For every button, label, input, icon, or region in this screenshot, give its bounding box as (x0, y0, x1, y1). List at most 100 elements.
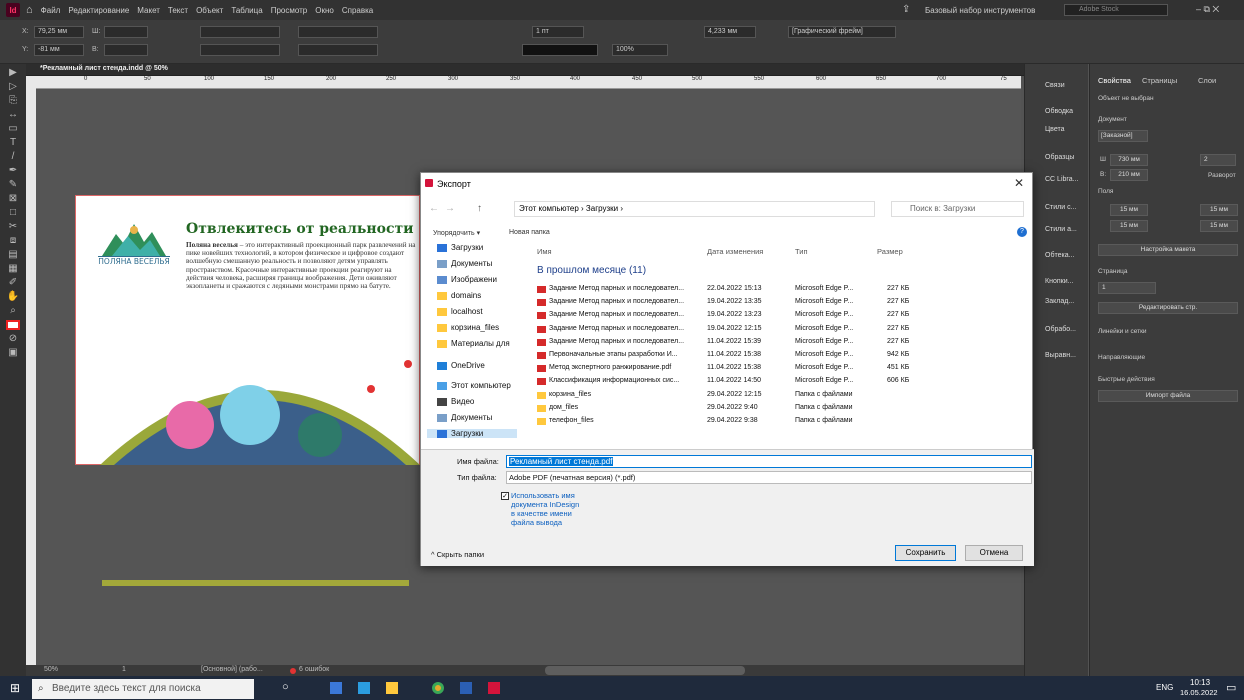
save-button[interactable]: Сохранить (895, 545, 956, 561)
shear-field[interactable] (298, 44, 378, 56)
horizontal-scrollbar-thumb[interactable] (545, 666, 745, 675)
back-arrow-icon[interactable]: ← (429, 203, 439, 214)
cancel-button[interactable]: Отмена (965, 545, 1023, 561)
panel-bookmarks[interactable]: Заклад... (1045, 298, 1074, 305)
fill-stroke-icon[interactable] (6, 320, 20, 330)
panel-links[interactable]: Связи (1045, 82, 1065, 89)
new-folder-button[interactable]: Новая папка (509, 229, 550, 236)
word-icon[interactable] (460, 682, 472, 694)
park-logo[interactable]: ПОЛЯНА ВЕСЕЛЬЯ (98, 216, 170, 271)
gap-tool-icon[interactable]: ↔ (6, 110, 20, 120)
zoom-level[interactable]: 50% (44, 666, 58, 673)
overset-marker-icon[interactable] (404, 360, 412, 368)
apply-none-icon[interactable]: ⊘ (6, 334, 20, 344)
nav-item[interactable]: Загрузки (437, 243, 483, 252)
panel-text-wrap[interactable]: Обтека... (1045, 252, 1074, 259)
use-doc-name-label[interactable]: Использовать имя документа InDesign в ка… (511, 491, 581, 527)
file-row[interactable]: Первоначальные этапы разработки И... 11.0… (535, 349, 1030, 362)
offset-field[interactable]: 4,233 мм (704, 26, 756, 38)
indesign-taskbar-icon[interactable] (488, 682, 500, 694)
nav-item[interactable]: Документы (437, 259, 492, 268)
import-file-button[interactable]: Импорт файла (1098, 390, 1238, 402)
windows-start-icon[interactable]: ⊞ (10, 681, 20, 695)
margin-top-field[interactable]: 15 мм (1110, 204, 1148, 216)
rectangle-tool-icon[interactable]: □ (6, 208, 20, 218)
nav-item[interactable]: Материалы для (437, 339, 510, 348)
preflight-errors[interactable]: 6 ошибок (299, 666, 329, 673)
panel-color[interactable]: Цвета (1045, 126, 1065, 133)
stroke-type-field[interactable] (522, 44, 598, 56)
file-row[interactable]: телефон_files 29.04.2022 9:38 Папка с файл… (535, 415, 1030, 428)
page-body-text[interactable]: Поляна веселья – это интерактивный проек… (186, 241, 420, 290)
line-tool-icon[interactable]: / (6, 152, 20, 162)
content-collector-icon[interactable]: ▭ (6, 124, 20, 134)
h-field[interactable] (104, 44, 148, 56)
pen-tool-icon[interactable]: ✒ (6, 166, 20, 176)
tab-layers[interactable]: Слои (1198, 76, 1216, 85)
gradient-tool-icon[interactable]: ▤ (6, 250, 20, 260)
column-size[interactable]: Размер (877, 247, 903, 256)
menu-help[interactable]: Справка (342, 6, 373, 15)
file-row[interactable]: Задание Метод парных и последовател... 19… (535, 296, 1030, 309)
document-tab[interactable]: *Рекламный лист стенда.indd @ 50% (40, 65, 168, 72)
column-name[interactable]: Имя (537, 247, 552, 256)
scale-x-field[interactable] (200, 26, 280, 38)
filetype-select[interactable]: Adobe PDF (печатная версия) (*.pdf) (506, 471, 1032, 484)
panel-buttons[interactable]: Кнопки... (1045, 278, 1073, 285)
hide-folders-toggle[interactable]: ^ Скрыть папки (431, 550, 484, 559)
workspace-switcher[interactable]: Базовый набор инструментов (925, 6, 1035, 15)
panel-swatches[interactable]: Образцы (1045, 154, 1074, 161)
menu-view[interactable]: Просмотр (271, 6, 308, 15)
help-icon[interactable]: ? (1017, 227, 1027, 237)
menu-object[interactable]: Объект (196, 6, 223, 15)
eyedropper-tool-icon[interactable]: ✐ (6, 278, 20, 288)
file-row[interactable]: Задание Метод парных и последовател... 19… (535, 309, 1030, 322)
group-header[interactable]: В прошлом месяце (11) (537, 265, 646, 276)
share-icon[interactable]: ⇪ (902, 4, 910, 15)
pages-count-field[interactable]: 2 (1200, 154, 1236, 166)
rotate-field[interactable] (298, 26, 378, 38)
column-type[interactable]: Тип (795, 247, 808, 256)
task-view-icon[interactable]: ○ (282, 681, 289, 693)
stock-search-input[interactable]: Adobe Stock (1064, 4, 1168, 16)
up-arrow-icon[interactable]: ↑ (477, 203, 482, 214)
nav-item[interactable]: Загрузки (427, 429, 517, 438)
close-icon[interactable]: ✕ (1014, 176, 1024, 190)
transform-tool-icon[interactable]: ⧈ (6, 236, 20, 246)
nav-item[interactable]: Изображени (437, 275, 497, 284)
file-row[interactable]: дом_files 29.04.2022 9:40 Папка с файлами (535, 402, 1030, 415)
menu-layout[interactable]: Макет (137, 6, 160, 15)
selection-tool-icon[interactable]: ▶ (6, 68, 20, 78)
w-field[interactable] (104, 26, 148, 38)
taskbar-app-icon[interactable] (330, 682, 342, 694)
panel-pathfinder[interactable]: Обрабо... (1045, 326, 1076, 333)
menu-file[interactable]: Файл (41, 6, 61, 15)
scale-y-field[interactable] (200, 44, 280, 56)
opacity-field[interactable]: 100% (612, 44, 668, 56)
x-field[interactable]: 79,25 мм (34, 26, 84, 38)
menu-window[interactable]: Окно (315, 6, 334, 15)
y-field[interactable]: -81 мм (34, 44, 84, 56)
tab-pages[interactable]: Страницы (1142, 76, 1177, 85)
nav-item[interactable]: OneDrive (437, 361, 485, 370)
menu-type[interactable]: Текст (168, 6, 188, 15)
use-doc-name-checkbox[interactable]: ✓ (501, 492, 509, 500)
clock-date[interactable]: 16.05.2022 (1180, 688, 1218, 697)
panel-cc-libraries[interactable]: CC Libra... (1045, 176, 1078, 183)
nav-item[interactable]: Видео (437, 397, 474, 406)
menu-edit[interactable]: Редактирование (68, 6, 129, 15)
edit-page-button[interactable]: Редактировать стр. (1098, 302, 1238, 314)
frame-style-field[interactable]: [Графический фрейм] (788, 26, 896, 38)
facing-pages-checkbox[interactable]: Разворот (1208, 172, 1236, 179)
nav-item[interactable]: Документы (437, 413, 492, 422)
file-row[interactable]: Задание Метод парных и последовател... 19… (535, 323, 1030, 336)
type-tool-icon[interactable]: T (6, 138, 20, 148)
language-indicator[interactable]: ENG (1156, 683, 1173, 692)
address-bar[interactable]: Этот компьютер › Загрузки › (514, 201, 875, 217)
page-headline[interactable]: Отвлекитесь от реальности (186, 221, 414, 237)
column-date[interactable]: Дата изменения (707, 247, 763, 256)
margin-bottom-field[interactable]: 15 мм (1110, 220, 1148, 232)
file-row[interactable]: Задание Метод парных и последовател... 22… (535, 283, 1030, 296)
hand-tool-icon[interactable]: ✋ (6, 292, 20, 302)
document-width-field[interactable]: 730 мм (1110, 154, 1148, 166)
